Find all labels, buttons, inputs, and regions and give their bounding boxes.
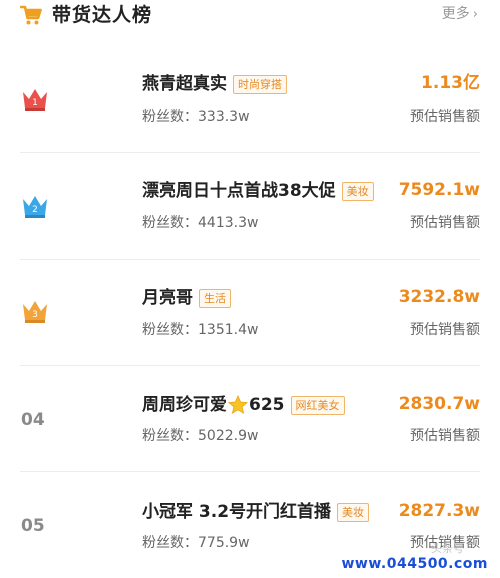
item-name[interactable]: 漂亮周日十点首战38大促 xyxy=(142,181,336,201)
rank-number: 3 xyxy=(32,310,38,320)
item-name[interactable]: 燕青超真实 xyxy=(142,74,227,94)
item-name[interactable]: 小冠军 3.2号开门红首播 xyxy=(142,502,331,522)
rank-number: 2 xyxy=(32,205,38,215)
item-name[interactable]: 月亮哥 xyxy=(142,288,193,308)
item-name-line: 小冠军 3.2号开门红首播 美妆 xyxy=(142,499,370,525)
fans-count: 粉丝数：333.3w xyxy=(142,109,250,125)
more-label: 更多 xyxy=(441,6,470,22)
watermark-faint: 头条号 xyxy=(431,542,464,555)
item-name-suffix: 625 xyxy=(249,395,285,415)
sales-label: 预估销售额 xyxy=(410,428,480,444)
watermark: www.044500.com xyxy=(341,556,488,572)
crown-icon-blue: 2 xyxy=(23,196,47,218)
fans-count: 粉丝数：775.9w xyxy=(142,535,250,551)
item-name[interactable]: 周周珍可爱 625 xyxy=(142,395,285,415)
sales-value: 1.13亿 xyxy=(421,73,480,93)
page-title: 带货达人榜 xyxy=(52,4,153,26)
sales-label: 预估销售额 xyxy=(410,322,480,338)
sales-value: 7592.1w xyxy=(398,180,480,200)
item-name-prefix: 周周珍可爱 xyxy=(142,395,227,415)
chevron-right-icon: › xyxy=(472,7,478,22)
fans-count: 粉丝数：5022.9w xyxy=(142,428,259,444)
item-name-line: 漂亮周日十点首战38大促 美妆 xyxy=(142,178,374,204)
category-tag: 时尚穿搭 xyxy=(233,74,287,94)
category-tag: 生活 xyxy=(199,288,231,308)
item-name-line: 月亮哥 生活 xyxy=(142,285,231,311)
category-tag: 网红美女 xyxy=(290,395,345,415)
category-tag: 美妆 xyxy=(337,502,370,522)
list-item-rank-4[interactable]: 04 周周珍可爱 625 网红美女 粉丝数：5022.9w 2830.7w 预估销售… xyxy=(0,366,500,472)
sales-label: 预估销售额 xyxy=(410,215,480,231)
rank-number: 05 xyxy=(21,516,45,536)
list-item-rank-2[interactable]: 2 漂亮周日十点首战38大促 美妆 粉丝数：4413.3w 7592.1w 预估销… xyxy=(0,153,500,259)
more-link[interactable]: 更多 › xyxy=(442,4,478,25)
header: 带货达人榜 更多 › xyxy=(0,0,500,34)
category-tag: 美妆 xyxy=(341,181,374,201)
shopping-cart-icon xyxy=(20,5,42,25)
fans-count: 粉丝数：1351.4w xyxy=(142,322,259,338)
sales-value: 3232.8w xyxy=(398,287,480,307)
sales-label: 预估销售额 xyxy=(410,109,480,125)
list-item-rank-1[interactable]: 1 燕青超真实 时尚穿搭 粉丝数：333.3w 1.13亿 预估销售额 xyxy=(0,46,500,152)
fans-count: 粉丝数：4413.3w xyxy=(142,215,259,231)
crown-icon-orange: 3 xyxy=(23,301,47,323)
sales-value: 2830.7w xyxy=(398,394,480,414)
item-name-line: 周周珍可爱 625 网红美女 xyxy=(142,392,345,418)
rank-number: 1 xyxy=(32,98,38,108)
rank-number: 04 xyxy=(21,410,45,430)
sales-value: 2827.3w xyxy=(398,501,480,521)
star-icon xyxy=(228,395,248,415)
item-name-line: 燕青超真实 时尚穿搭 xyxy=(142,71,287,97)
list-item-rank-3[interactable]: 3 月亮哥 生活 粉丝数：1351.4w 3232.8w 预估销售额 xyxy=(0,260,500,366)
crown-icon-gold-red: 1 xyxy=(23,89,47,111)
